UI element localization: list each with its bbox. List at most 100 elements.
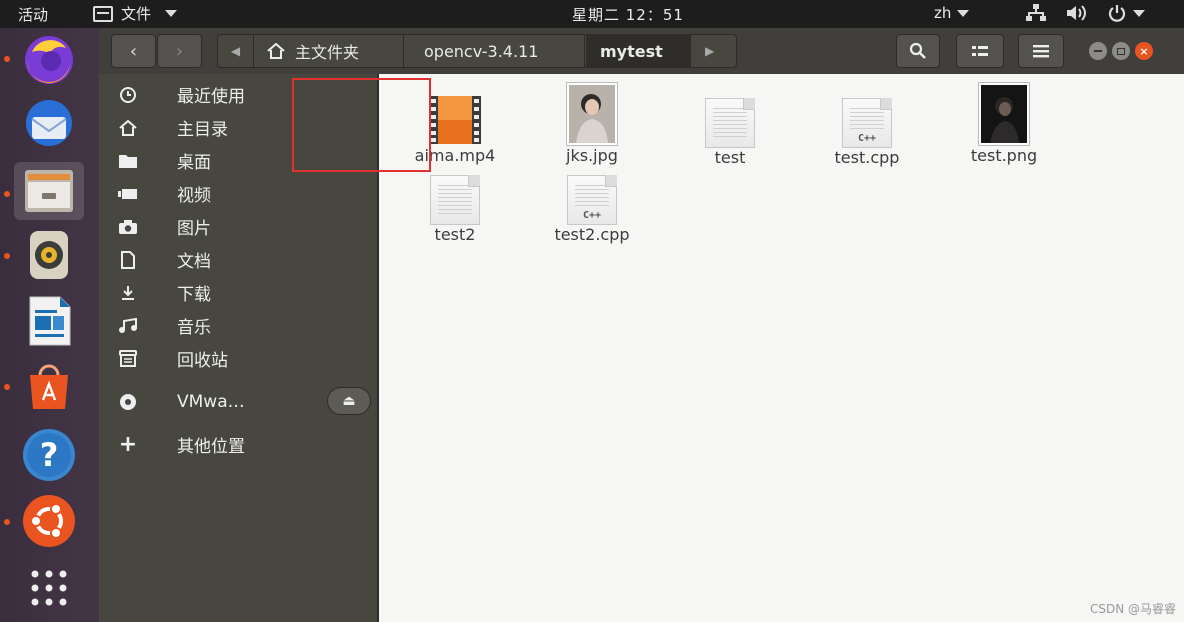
file-item[interactable]: test2	[390, 175, 520, 244]
menu-button[interactable]	[1018, 34, 1064, 68]
volume-icon	[1067, 5, 1086, 21]
breadcrumb-opencv[interactable]: opencv-3.4.11	[405, 34, 585, 68]
maximize-button[interactable]	[1112, 42, 1130, 60]
minimize-button[interactable]	[1089, 42, 1107, 60]
view-toggle-button[interactable]	[956, 34, 1004, 68]
sidebar-item-downloads[interactable]: 下载	[99, 276, 377, 309]
triangle-left-icon: ◀	[230, 44, 241, 58]
document-icon	[99, 250, 157, 269]
file-item[interactable]: C++ test.cpp	[802, 98, 932, 167]
sidebar-item-label: 下载	[177, 285, 211, 305]
trash-icon	[99, 349, 157, 368]
hamburger-icon	[1033, 45, 1049, 58]
software-store-icon	[30, 364, 68, 409]
ubuntu-logo-icon	[23, 495, 75, 547]
language-indicator[interactable]: zh	[934, 4, 970, 22]
folder-icon	[99, 153, 157, 169]
image-thumbnail	[978, 82, 1030, 146]
system-tray[interactable]	[1025, 3, 1145, 23]
video-file-icon	[429, 96, 481, 144]
app-menu-label: 文件	[121, 5, 152, 23]
dock-help[interactable]: ?	[14, 426, 84, 484]
cpp-file-icon: C++	[567, 175, 617, 225]
sidebar-item-label: 视频	[177, 186, 211, 206]
power-menu[interactable]	[1107, 3, 1145, 23]
plus-icon: +	[118, 432, 138, 457]
sidebar-item-pictures[interactable]: 图片	[99, 210, 377, 243]
text-file-icon	[705, 98, 755, 148]
running-indicator	[4, 519, 10, 525]
dock-files[interactable]	[14, 162, 84, 220]
file-item[interactable]: test.png	[939, 82, 1069, 165]
home-icon	[99, 119, 157, 136]
grid-icon	[31, 570, 67, 606]
file-item[interactable]: test	[665, 98, 795, 167]
firefox-icon	[25, 36, 73, 84]
file-name: test2.cpp	[554, 225, 630, 244]
file-manager-window: ‹ › ◀ 主文件夹 opencv-3.4.11 mytest ▶ × 最近使用…	[99, 28, 1184, 622]
clock[interactable]: 星期二 12：51	[572, 4, 684, 25]
help-icon: ?	[23, 429, 75, 481]
path-scroll-right[interactable]: ▶	[705, 44, 714, 58]
watermark: CSDN @马睿睿	[1089, 602, 1176, 616]
language-label: zh	[934, 4, 952, 22]
chevron-down-icon	[165, 10, 178, 17]
dock-thunderbird[interactable]	[14, 95, 84, 153]
sidebar-item-videos[interactable]: 视频	[99, 177, 377, 210]
search-icon	[909, 42, 926, 59]
file-name: test.cpp	[834, 148, 900, 167]
maximize-icon	[1117, 47, 1125, 55]
dock: ?	[0, 28, 99, 622]
running-indicator	[4, 384, 10, 390]
selection-highlight-box	[292, 78, 431, 172]
writer-icon	[29, 296, 71, 346]
close-button[interactable]: ×	[1135, 42, 1153, 60]
file-item[interactable]: jks.jpg	[527, 82, 657, 165]
breadcrumb-label: 主文件夹	[295, 43, 360, 62]
files-app-icon	[93, 5, 113, 22]
sidebar-item-other-locations[interactable]: + 其他位置	[99, 428, 377, 461]
back-button[interactable]: ‹	[111, 34, 156, 68]
sidebar-item-label: 音乐	[177, 318, 211, 338]
dock-ubuntu-software[interactable]	[14, 358, 84, 416]
file-item[interactable]: C++ test2.cpp	[527, 175, 657, 244]
power-icon	[1108, 5, 1126, 22]
sidebar-item-label: 图片	[177, 219, 211, 239]
cpp-file-icon: C++	[842, 98, 892, 148]
path-scroll-left[interactable]: ◀	[218, 35, 254, 67]
breadcrumb-home[interactable]: 主文件夹	[255, 34, 404, 68]
sidebar-item-trash[interactable]: 回收站	[99, 342, 377, 375]
home-icon	[267, 43, 285, 59]
breadcrumb-mytest[interactable]: mytest	[586, 34, 691, 68]
search-button[interactable]	[896, 34, 940, 68]
sidebar-item-label: 文档	[177, 252, 211, 272]
sidebar-item-documents[interactable]: 文档	[99, 243, 377, 276]
forward-button[interactable]: ›	[157, 34, 202, 68]
disc-icon	[99, 392, 157, 412]
chevron-down-icon	[957, 10, 970, 17]
dock-rhythmbox[interactable]	[14, 226, 84, 284]
show-applications-button[interactable]	[14, 559, 84, 617]
header-bar: ‹ › ◀ 主文件夹 opencv-3.4.11 mytest ▶ ×	[99, 28, 1184, 74]
image-thumbnail	[566, 82, 618, 146]
camera-icon	[99, 219, 157, 235]
dock-ubuntu[interactable]	[14, 492, 84, 550]
clock-icon	[99, 86, 157, 104]
top-bar: 活动 文件 星期二 12：51 zh	[0, 0, 1184, 28]
breadcrumb-label: opencv-3.4.11	[424, 41, 539, 61]
file-name: test	[714, 148, 746, 167]
file-grid: aima.mp4 jks.jpg test C++ test.cpp test.…	[380, 74, 1184, 622]
network-icon	[1026, 4, 1046, 21]
app-menu[interactable]: 文件	[93, 3, 178, 24]
sidebar-item-music[interactable]: 音乐	[99, 309, 377, 342]
list-view-icon	[972, 46, 988, 56]
dock-writer[interactable]	[14, 292, 84, 350]
text-file-icon	[430, 175, 480, 225]
activities-button[interactable]: 活动	[18, 4, 48, 25]
files-icon	[25, 170, 73, 212]
eject-button[interactable]: ⏏	[327, 387, 371, 415]
sidebar-item-label: 桌面	[177, 153, 211, 173]
speaker-icon	[30, 231, 68, 279]
file-name: test2	[434, 225, 476, 244]
dock-firefox[interactable]	[14, 30, 84, 88]
